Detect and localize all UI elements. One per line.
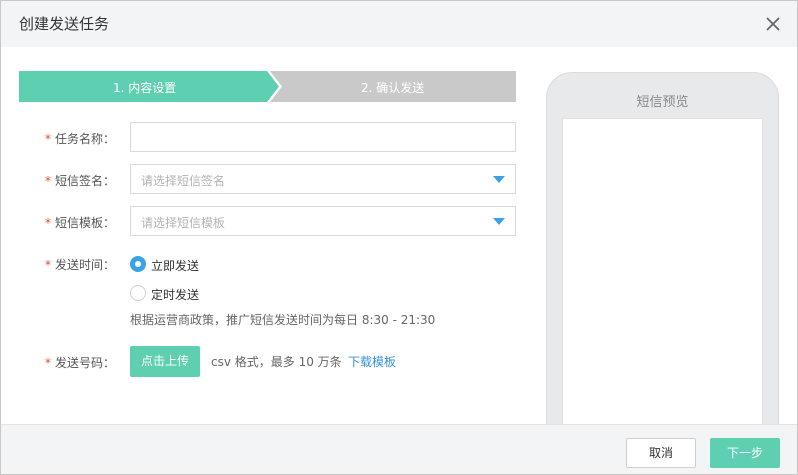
radio-unchecked-icon bbox=[130, 285, 146, 301]
required-mark: * bbox=[45, 258, 51, 272]
dialog-header: 创建发送任务 bbox=[1, 1, 797, 47]
close-icon[interactable] bbox=[763, 14, 783, 34]
sms-template-label-text: 短信模板： bbox=[55, 216, 116, 230]
sms-template-placeholder: 请选择短信模板 bbox=[141, 216, 226, 230]
send-numbers-label: * 发送号码： bbox=[45, 354, 115, 371]
radio-scheduled-label: 定时发送 bbox=[151, 288, 200, 302]
preview-title: 短信预览 bbox=[636, 95, 689, 110]
step-2-label: 2. 确认发送 bbox=[361, 81, 425, 95]
send-time-hint: 根据运营商政策，推广短信发送时间为每日 8:30 - 21:30 bbox=[130, 313, 436, 327]
caret-down-icon bbox=[493, 176, 505, 183]
send-time-label: * 发送时间： bbox=[45, 256, 115, 273]
task-name-label-text: 任务名称： bbox=[55, 132, 116, 146]
caret-down-icon bbox=[493, 218, 505, 225]
send-numbers-label-text: 发送号码： bbox=[55, 356, 116, 370]
step-1-label: 1. 内容设置 bbox=[113, 81, 177, 95]
sms-signature-select[interactable]: 请选择短信签名 bbox=[130, 164, 516, 194]
upload-format-note: csv 格式，最多 10 万条 bbox=[211, 355, 342, 369]
preview-screen bbox=[562, 118, 763, 458]
required-mark: * bbox=[45, 356, 51, 370]
send-time-label-text: 发送时间： bbox=[55, 258, 116, 272]
upload-button[interactable]: 点击上传 bbox=[130, 346, 200, 377]
sms-template-select[interactable]: 请选择短信模板 bbox=[130, 206, 516, 236]
sms-signature-placeholder: 请选择短信签名 bbox=[141, 174, 226, 188]
sms-signature-label-text: 短信签名： bbox=[55, 174, 116, 188]
sms-preview-phone: 短信预览 bbox=[546, 72, 779, 458]
step-arrows bbox=[19, 71, 516, 102]
download-template-link[interactable]: 下载模板 bbox=[348, 353, 396, 370]
sms-template-label: * 短信模板： bbox=[45, 214, 115, 231]
cancel-button[interactable]: 取消 bbox=[626, 438, 696, 468]
task-name-label: * 任务名称： bbox=[45, 130, 115, 147]
sms-signature-label: * 短信签名： bbox=[45, 172, 115, 189]
radio-send-now-label: 立即发送 bbox=[151, 259, 200, 273]
step-indicator: 1. 内容设置 2. 确认发送 bbox=[19, 71, 516, 102]
task-name-input[interactable] bbox=[130, 122, 516, 152]
create-task-dialog: 创建发送任务 1. 内容设置 2. 确认发送 * 任务名称： * 短信签名： 请选择… bbox=[0, 0, 798, 475]
required-mark: * bbox=[45, 174, 51, 188]
dialog-title: 创建发送任务 bbox=[19, 15, 110, 33]
required-mark: * bbox=[45, 216, 51, 230]
dialog-footer: 取消 下一步 bbox=[1, 424, 797, 474]
radio-checked-icon bbox=[130, 256, 146, 272]
next-button[interactable]: 下一步 bbox=[710, 438, 780, 468]
required-mark: * bbox=[45, 132, 51, 146]
